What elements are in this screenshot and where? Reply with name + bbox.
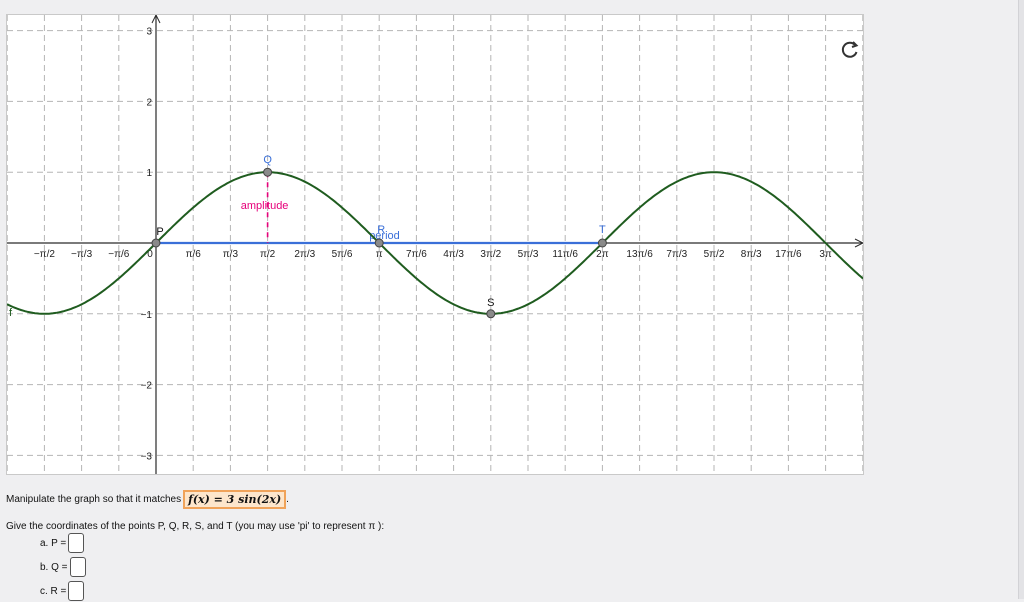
y-tick-label: 3 [146, 27, 152, 38]
x-tick-label: 11π/6 [552, 249, 578, 260]
x-tick-label: π/6 [186, 249, 202, 260]
amplitude-label: amplitude [241, 200, 289, 212]
point-s[interactable] [486, 309, 496, 319]
answer-input-q[interactable] [69, 557, 86, 577]
point-label-r: R [377, 224, 385, 236]
grid [7, 15, 863, 474]
point-label-t: T [599, 224, 606, 236]
point-t[interactable] [597, 238, 607, 248]
y-tick-label: −2 [141, 381, 153, 392]
x-tick-label: 4π/3 [443, 249, 464, 260]
point-r[interactable] [374, 238, 384, 248]
answer-input-r[interactable] [68, 581, 85, 601]
point-label-s: S [487, 297, 494, 309]
y-tick-label: 2 [146, 97, 152, 108]
graph-panel[interactable]: −π/2 −π/3 −π/6 0 π/6 π/3 π/2 2π/3 5π/6 π 7π/6 4π/3 3… [6, 14, 864, 475]
x-tick-label: 2π [596, 249, 609, 260]
x-tick-label: 5π/3 [518, 249, 539, 260]
instruction-suffix: . [286, 494, 289, 505]
x-tick-label: π/3 [223, 249, 239, 260]
answer-row-p: a. P = [40, 532, 85, 554]
refresh-icon[interactable] [839, 39, 861, 61]
instruction-text: Manipulate the graph so that it matches … [6, 490, 289, 509]
x-tick-label: 3π [819, 249, 832, 260]
answer-input-p[interactable] [68, 533, 85, 553]
axes [7, 15, 863, 474]
graph-canvas[interactable]: −π/2 −π/3 −π/6 0 π/6 π/3 π/2 2π/3 5π/6 π 7π/6 4π/3 3… [7, 15, 863, 474]
x-tick-label: −π/6 [108, 249, 130, 260]
function-label: f [9, 307, 13, 319]
answer-label-p: a. P = [40, 537, 67, 549]
x-tick-label: π/2 [260, 249, 276, 260]
point-q[interactable] [263, 167, 273, 177]
point-label-p: P [156, 226, 163, 238]
y-tick-label: −1 [141, 310, 153, 321]
y-tick-label: −3 [141, 451, 153, 462]
x-tick-label: 17π/6 [775, 249, 802, 260]
x-tick-label: 5π/2 [704, 249, 725, 260]
target-function-formula: f(x) = 3 sin(2x) [183, 490, 287, 509]
x-tick-label: 8π/3 [741, 249, 762, 260]
x-tick-label: −π/3 [71, 249, 93, 260]
x-tick-label: 5π/6 [332, 249, 353, 260]
answer-row-q: b. Q = [40, 556, 86, 578]
x-tick-label: 2π/3 [294, 249, 315, 260]
point-label-q: Q [263, 154, 272, 166]
y-tick-label: 1 [146, 168, 152, 179]
answer-label-q: b. Q = [40, 561, 68, 573]
answer-label-r: c. R = [40, 585, 67, 597]
scrollbar-track[interactable] [1018, 0, 1024, 599]
instruction-prefix: Manipulate the graph so that it matches [6, 494, 182, 505]
graph-overlays: amplitudeperiodf [9, 172, 603, 319]
question-text: Give the coordinates of the points P, Q,… [6, 521, 385, 532]
x-tick-label: 7π/3 [666, 249, 687, 260]
point-p[interactable] [151, 238, 161, 248]
x-tick-label: π [376, 249, 383, 260]
x-tick-label: 13π/6 [626, 249, 653, 260]
x-tick-label: 3π/2 [480, 249, 501, 260]
x-tick-label: −π/2 [34, 249, 56, 260]
x-tick-label: 7π/6 [406, 249, 427, 260]
